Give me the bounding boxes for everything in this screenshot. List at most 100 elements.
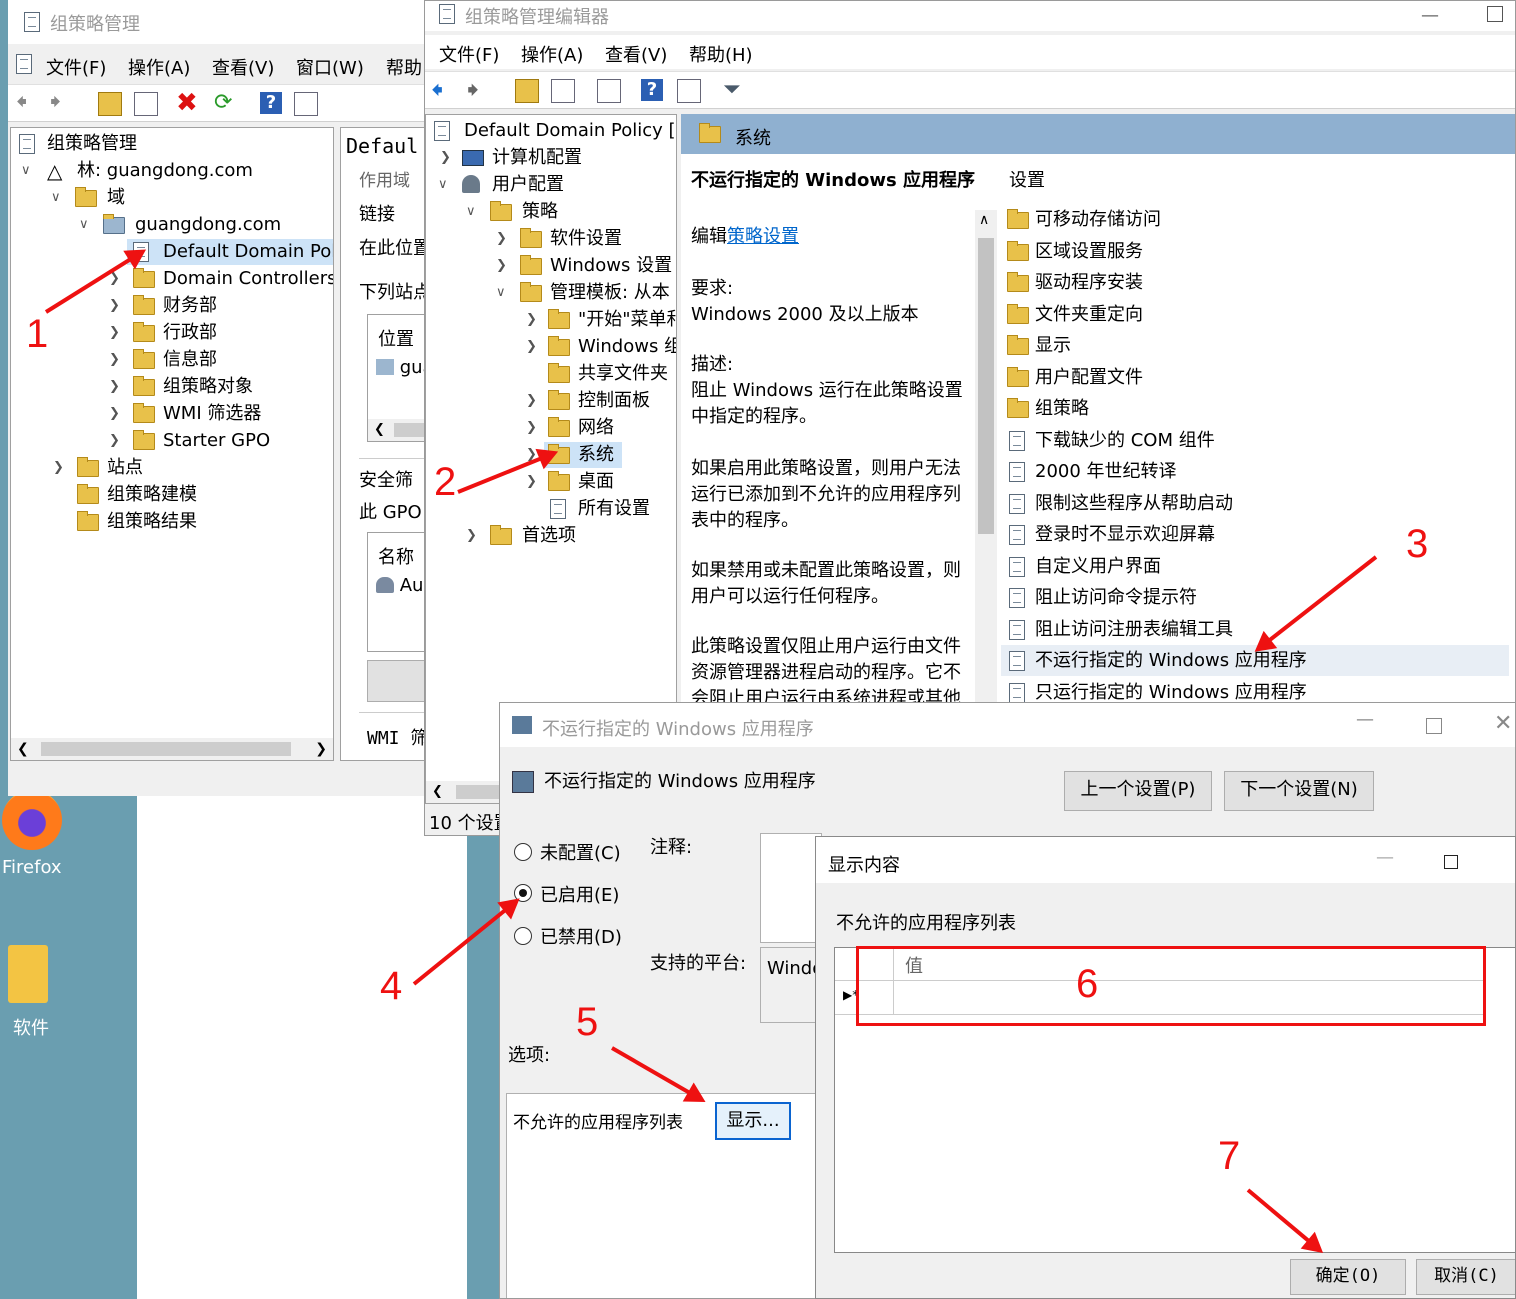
up-folder-icon[interactable] <box>515 79 539 103</box>
tree-windows-components[interactable]: ❯ Windows 组 <box>526 334 676 360</box>
tree-modeling[interactable]: 组策略建模 <box>77 482 197 508</box>
menu-action[interactable]: 操作(A) <box>128 54 190 80</box>
tree-shared-folders[interactable]: 共享文件夹 <box>526 361 668 387</box>
scroll-left-icon[interactable]: ❮ <box>17 738 29 760</box>
settings-row[interactable]: 2000 年世纪转译 <box>1001 456 1509 487</box>
tree-forest[interactable]: ∨ △ 林: guangdong.com <box>21 158 253 184</box>
tree-network[interactable]: ❯ 网络 <box>526 415 614 441</box>
chevron-right-icon[interactable]: ❯ <box>496 253 507 279</box>
scroll-thumb[interactable] <box>41 742 291 756</box>
ok-button[interactable]: 确定(O) <box>1290 1259 1406 1295</box>
radio-not-configured-label[interactable]: 未配置(C) <box>540 839 621 865</box>
delete-icon[interactable]: ✖ <box>176 90 198 116</box>
chevron-right-icon[interactable]: ❯ <box>109 347 120 373</box>
scroll-left-icon[interactable]: ❮ <box>374 419 385 441</box>
tree-default-domain-policy[interactable]: Default Domain Polic <box>127 239 333 265</box>
tree-policies[interactable]: ∨ 策略 <box>466 199 558 225</box>
chevron-down-icon[interactable]: ∨ <box>496 280 506 306</box>
previous-setting-button[interactable]: 上一个设置(P) <box>1064 771 1212 811</box>
chevron-right-icon[interactable]: ❯ <box>109 428 120 454</box>
filter-icon[interactable]: ⏷ <box>723 79 745 101</box>
tree-control-panel[interactable]: ❯ 控制面板 <box>526 388 650 414</box>
maximize-icon[interactable] <box>1426 718 1442 734</box>
back-icon[interactable]: 🠸 <box>16 92 38 114</box>
gpm-tree-scrollbar[interactable]: ❮ ❯ <box>11 738 333 760</box>
chevron-right-icon[interactable]: ❯ <box>526 415 537 441</box>
radio-not-configured[interactable] <box>514 843 532 861</box>
chevron-right-icon[interactable]: ❯ <box>526 388 537 414</box>
maximize-icon[interactable] <box>1487 6 1503 22</box>
settings-row[interactable]: 阻止访问命令提示符 <box>1001 582 1509 613</box>
tree-domain-controllers[interactable]: ❯ Domain Controllers <box>109 266 333 292</box>
chevron-down-icon[interactable]: ∨ <box>21 158 31 184</box>
chevron-right-icon[interactable]: ❯ <box>466 523 477 549</box>
minimize-icon[interactable]: — <box>1421 5 1439 26</box>
chevron-right-icon[interactable]: ❯ <box>109 401 120 427</box>
tree-results[interactable]: 组策略结果 <box>77 509 197 535</box>
chevron-down-icon[interactable]: ∨ <box>438 172 448 198</box>
tree-desktop[interactable]: ❯ 桌面 <box>526 469 614 495</box>
chevron-down-icon[interactable]: ∨ <box>51 185 61 211</box>
settings-row[interactable]: 区域设置服务 <box>1001 236 1509 267</box>
properties-icon[interactable] <box>294 92 318 116</box>
tree-sites[interactable]: ❯ 站点 <box>53 455 143 481</box>
chevron-right-icon[interactable]: ❯ <box>53 455 64 481</box>
tree-user-config[interactable]: ∨ 用户配置 <box>438 172 564 198</box>
chevron-down-icon[interactable]: ∨ <box>79 212 89 238</box>
up-folder-icon[interactable] <box>98 92 122 116</box>
chevron-right-icon[interactable]: ❯ <box>109 293 120 319</box>
menu-file[interactable]: 文件(F) <box>46 54 106 80</box>
menu-view[interactable]: 查看(V) <box>605 41 667 67</box>
help-icon[interactable]: ? <box>641 79 663 101</box>
tree-admin-templates[interactable]: ∨ 管理模板: 从本 <box>496 280 670 306</box>
radio-disabled[interactable] <box>514 927 532 945</box>
tree-windows-settings[interactable]: ❯ Windows 设置 <box>496 253 672 279</box>
settings-row[interactable]: 限制这些程序从帮助启动 <box>1001 488 1509 519</box>
forward-icon[interactable]: 🠺 <box>467 78 489 102</box>
settings-row[interactable]: 可移动存储访问 <box>1001 204 1509 235</box>
cancel-button[interactable]: 取消(C) <box>1416 1259 1515 1295</box>
chevron-right-icon[interactable]: ❯ <box>526 307 537 333</box>
menu-help[interactable]: 帮助 <box>386 54 422 80</box>
settings-row[interactable]: 驱动程序安装 <box>1001 267 1509 298</box>
radio-enabled-label[interactable]: 已启用(E) <box>540 881 619 907</box>
tree-policy-root[interactable]: Default Domain Policy [D <box>434 118 676 144</box>
tree-gpm-root[interactable]: 组策略管理 <box>19 131 137 157</box>
tree-ou-admin[interactable]: ❯ 行政部 <box>109 320 217 346</box>
settings-row[interactable]: 用户配置文件 <box>1001 362 1509 393</box>
chevron-right-icon[interactable]: ❯ <box>496 226 507 252</box>
tree-domain[interactable]: ∨ guangdong.com <box>79 212 281 238</box>
chevron-right-icon[interactable]: ❯ <box>440 145 451 171</box>
show-hide-tree-icon[interactable] <box>551 79 575 103</box>
menu-file[interactable]: 文件(F) <box>439 41 499 67</box>
properties-icon[interactable] <box>677 79 701 103</box>
forward-icon[interactable]: 🠺 <box>50 92 72 114</box>
settings-row[interactable]: 文件夹重定向 <box>1001 299 1509 330</box>
minimize-icon[interactable]: — <box>1356 709 1374 730</box>
tree-ou-it[interactable]: ❯ 信息部 <box>109 347 217 373</box>
menu-view[interactable]: 查看(V) <box>212 54 274 80</box>
help-icon[interactable]: ? <box>260 92 282 114</box>
chevron-right-icon[interactable]: ❯ <box>526 334 537 360</box>
tree-wmi-filters[interactable]: ❯ WMI 筛选器 <box>109 401 261 427</box>
folder-icon[interactable] <box>8 945 48 1003</box>
chevron-down-icon[interactable]: ∨ <box>466 199 476 225</box>
menu-action[interactable]: 操作(A) <box>521 41 583 67</box>
export-icon[interactable] <box>597 79 621 103</box>
radio-disabled-label[interactable]: 已禁用(D) <box>540 923 622 949</box>
show-hide-tree-icon[interactable] <box>134 92 158 116</box>
scroll-thumb[interactable] <box>978 238 994 534</box>
security-row[interactable]: Aut <box>376 575 431 596</box>
tree-software-settings[interactable]: ❯ 软件设置 <box>496 226 622 252</box>
tree-preferences[interactable]: ❯ 首选项 <box>466 523 576 549</box>
firefox-icon[interactable] <box>2 790 62 850</box>
next-setting-button[interactable]: 下一个设置(N) <box>1224 771 1374 811</box>
scroll-up-icon[interactable]: ∧ <box>979 212 989 228</box>
menu-window[interactable]: 窗口(W) <box>296 54 364 80</box>
tree-gpo-objects[interactable]: ❯ 组策略对象 <box>109 374 253 400</box>
chevron-right-icon[interactable]: ❯ <box>109 320 120 346</box>
chevron-right-icon[interactable]: ❯ <box>526 469 537 495</box>
tree-domains[interactable]: ∨ 域 <box>51 185 125 211</box>
maximize-icon[interactable] <box>1444 855 1458 869</box>
tree-computer-config[interactable]: ❯ 计算机配置 <box>440 145 582 171</box>
